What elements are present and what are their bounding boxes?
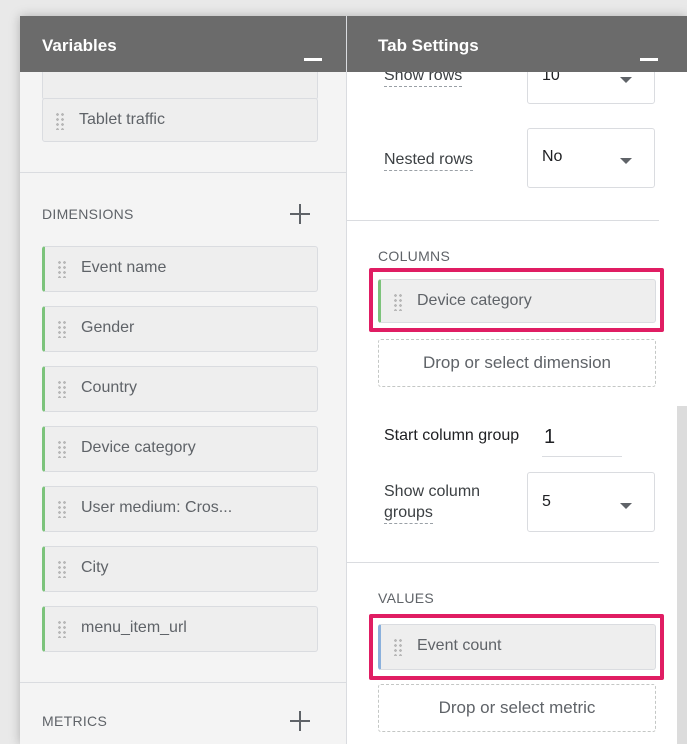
segment-chip-label: Tablet traffic bbox=[79, 111, 165, 128]
dimension-chip-label: User medium: Cros... bbox=[81, 499, 233, 516]
minimize-icon[interactable] bbox=[640, 58, 658, 61]
dimension-chip[interactable]: Country bbox=[42, 366, 318, 412]
dimension-chip-label: menu_item_url bbox=[81, 619, 187, 636]
start-column-group-input[interactable]: 1 bbox=[542, 420, 622, 457]
dimension-chip-label: Country bbox=[81, 379, 138, 396]
drag-handle-icon[interactable] bbox=[393, 293, 403, 311]
drag-handle-icon[interactable] bbox=[57, 320, 67, 338]
show-column-groups-select[interactable]: 5 bbox=[527, 472, 655, 532]
tab-settings-panel: Show rows 10 Nested rows No COLUMNS Devi… bbox=[347, 16, 687, 744]
nested-rows-select[interactable]: No bbox=[527, 128, 655, 188]
drag-handle-icon[interactable] bbox=[57, 380, 67, 398]
show-column-groups-label-1: Show column bbox=[384, 483, 481, 500]
nested-rows-label: Nested rows bbox=[384, 150, 473, 171]
tab-settings-header: Tab Settings bbox=[347, 16, 687, 72]
drop-metric-zone[interactable]: Drop or select metric bbox=[378, 684, 656, 732]
dimension-chip-label: City bbox=[81, 559, 109, 576]
column-chip-label: Device category bbox=[417, 292, 532, 309]
show-column-groups-label-2: groups bbox=[384, 503, 433, 524]
dimension-chip[interactable]: Gender bbox=[42, 306, 318, 352]
dimension-chip[interactable]: Device category bbox=[42, 426, 318, 472]
minimize-icon[interactable] bbox=[304, 58, 322, 61]
dropdown-arrow-icon bbox=[620, 77, 632, 83]
columns-label: COLUMNS bbox=[378, 248, 451, 264]
drag-handle-icon[interactable] bbox=[57, 560, 67, 578]
scrollbar[interactable] bbox=[677, 406, 687, 744]
metrics-label: METRICS bbox=[42, 713, 108, 729]
drop-dimension-zone[interactable]: Drop or select dimension bbox=[378, 339, 656, 387]
divider bbox=[347, 562, 659, 563]
drag-handle-icon[interactable] bbox=[57, 500, 67, 518]
variables-header: Variables bbox=[20, 16, 346, 72]
divider bbox=[20, 172, 346, 173]
dimensions-label: DIMENSIONS bbox=[42, 206, 134, 222]
dimension-chip[interactable]: menu_item_url bbox=[42, 606, 318, 652]
value-chip-label: Event count bbox=[417, 637, 502, 654]
exploration-editor: Tablet traffic DIMENSIONS Event name Gend… bbox=[20, 16, 687, 744]
dropdown-arrow-icon bbox=[620, 503, 632, 509]
dimension-chip-label: Device category bbox=[81, 439, 196, 456]
values-label: VALUES bbox=[378, 590, 435, 606]
dropdown-arrow-icon bbox=[620, 158, 632, 164]
dimension-chip[interactable]: Event name bbox=[42, 246, 318, 292]
variables-title: Variables bbox=[42, 36, 117, 55]
value-chip[interactable]: Event count bbox=[378, 624, 656, 670]
show-column-groups-value: 5 bbox=[542, 493, 551, 510]
segment-chip[interactable]: Tablet traffic bbox=[42, 98, 318, 142]
drag-handle-icon[interactable] bbox=[57, 440, 67, 458]
dimension-chip[interactable]: User medium: Cros... bbox=[42, 486, 318, 532]
dimension-chip[interactable]: City bbox=[42, 546, 318, 592]
variables-panel: Tablet traffic DIMENSIONS Event name Gend… bbox=[20, 16, 347, 744]
divider bbox=[20, 682, 346, 683]
drag-handle-icon[interactable] bbox=[57, 620, 67, 638]
add-metric-icon[interactable] bbox=[290, 711, 310, 731]
drag-handle-icon[interactable] bbox=[55, 112, 65, 130]
drag-handle-icon[interactable] bbox=[57, 260, 67, 278]
column-chip[interactable]: Device category bbox=[378, 279, 656, 323]
divider bbox=[347, 220, 659, 221]
dimension-chip-label: Event name bbox=[81, 259, 167, 276]
nested-rows-value: No bbox=[542, 148, 563, 165]
dimension-chip-label: Gender bbox=[81, 319, 135, 336]
add-dimension-icon[interactable] bbox=[290, 204, 310, 224]
drag-handle-icon[interactable] bbox=[393, 638, 403, 656]
start-column-group-value: 1 bbox=[544, 426, 556, 448]
start-column-group-label: Start column group bbox=[384, 427, 520, 444]
tab-settings-title: Tab Settings bbox=[378, 36, 479, 55]
